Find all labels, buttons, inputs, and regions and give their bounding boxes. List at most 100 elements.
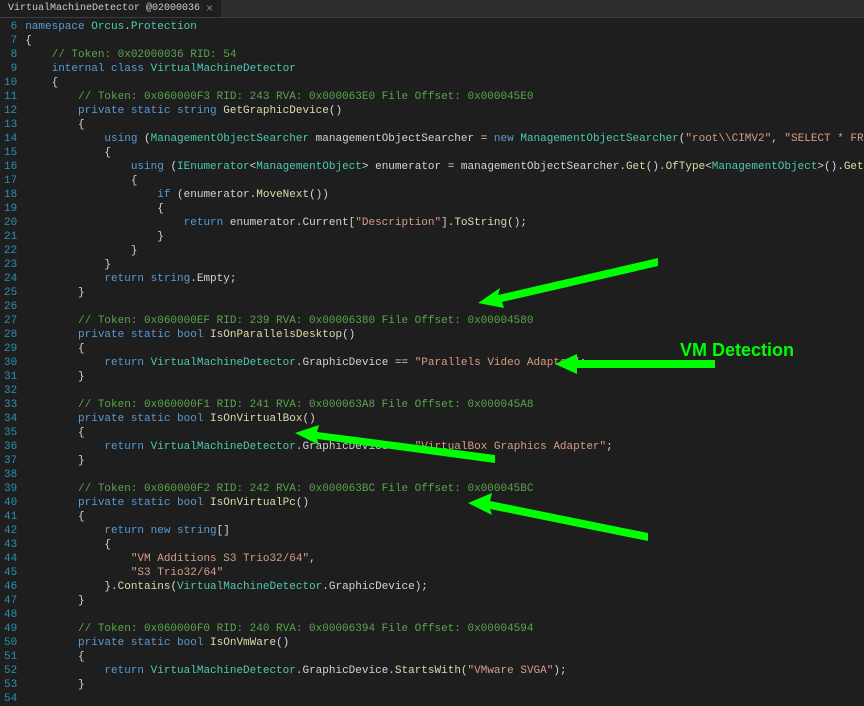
code-line[interactable]: // Token: 0x02000036 RID: 54 [25,48,864,62]
code-line[interactable]: { [25,650,864,664]
line-number: 38 [4,468,17,482]
line-number: 14 [4,132,17,146]
line-number: 10 [4,76,17,90]
code-line[interactable]: } [25,678,864,692]
line-number: 50 [4,636,17,650]
line-number: 24 [4,272,17,286]
code-area[interactable]: namespace Orcus.Protection{ // Token: 0x… [25,18,864,550]
code-line[interactable]: return VirtualMachineDetector.GraphicDev… [25,664,864,678]
line-number-gutter: 6789101112131415161718192021222324252627… [0,18,25,550]
code-line[interactable]: "VM Additions S3 Trio32/64", [25,552,864,566]
code-line[interactable] [25,468,864,482]
line-number: 44 [4,552,17,566]
code-line[interactable]: return enumerator.Current["Description"]… [25,216,864,230]
tab-title: VirtualMachineDetector @02000036 [8,3,200,14]
code-line[interactable]: { [25,76,864,90]
line-number: 7 [4,34,17,48]
code-line[interactable]: } [25,370,864,384]
line-number: 26 [4,300,17,314]
code-line[interactable]: }.Contains(VirtualMachineDetector.Graphi… [25,580,864,594]
code-line[interactable]: { [25,174,864,188]
line-number: 30 [4,356,17,370]
code-line[interactable]: } [25,244,864,258]
close-icon[interactable]: × [206,3,213,15]
code-line[interactable]: // Token: 0x060000F2 RID: 242 RVA: 0x000… [25,482,864,496]
code-line[interactable]: // Token: 0x060000F3 RID: 243 RVA: 0x000… [25,90,864,104]
tab-bar: VirtualMachineDetector @02000036 × [0,0,864,18]
line-number: 45 [4,566,17,580]
line-number: 13 [4,118,17,132]
code-line[interactable]: return VirtualMachineDetector.GraphicDev… [25,440,864,454]
code-line[interactable]: { [25,146,864,160]
line-number: 47 [4,594,17,608]
code-line[interactable]: if (enumerator.MoveNext()) [25,188,864,202]
code-line[interactable]: // Token: 0x060000F0 RID: 240 RVA: 0x000… [25,622,864,636]
code-line[interactable]: } [25,594,864,608]
code-line[interactable]: { [25,510,864,524]
line-number: 18 [4,188,17,202]
code-line[interactable] [25,692,864,706]
line-number: 20 [4,216,17,230]
code-line[interactable]: using (ManagementObjectSearcher manageme… [25,132,864,146]
code-line[interactable]: } [25,286,864,300]
line-number: 22 [4,244,17,258]
code-line[interactable]: using (IEnumerator<ManagementObject> enu… [25,160,864,174]
code-line[interactable]: { [25,118,864,132]
tab-active[interactable]: VirtualMachineDetector @02000036 × [0,0,221,17]
line-number: 33 [4,398,17,412]
line-number: 54 [4,692,17,706]
code-line[interactable] [25,384,864,398]
line-number: 39 [4,482,17,496]
code-editor[interactable]: 6789101112131415161718192021222324252627… [0,18,864,550]
code-line[interactable]: return string.Empty; [25,272,864,286]
code-line[interactable]: // Token: 0x060000F1 RID: 241 RVA: 0x000… [25,398,864,412]
code-line[interactable]: private static bool IsOnVirtualBox() [25,412,864,426]
line-number: 41 [4,510,17,524]
line-number: 29 [4,342,17,356]
code-line[interactable]: private static string GetGraphicDevice() [25,104,864,118]
code-line[interactable]: } [25,230,864,244]
code-line[interactable]: } [25,258,864,272]
code-line[interactable]: private static bool IsOnVirtualPc() [25,496,864,510]
line-number: 51 [4,650,17,664]
line-number: 32 [4,384,17,398]
code-line[interactable]: } [25,454,864,468]
line-number: 42 [4,524,17,538]
code-line[interactable]: private static bool IsOnVmWare() [25,636,864,650]
line-number: 35 [4,426,17,440]
line-number: 31 [4,370,17,384]
code-line[interactable]: { [25,34,864,48]
code-line[interactable]: { [25,342,864,356]
line-number: 17 [4,174,17,188]
line-number: 15 [4,146,17,160]
line-number: 9 [4,62,17,76]
code-line[interactable]: internal class VirtualMachineDetector [25,62,864,76]
line-number: 25 [4,286,17,300]
code-line[interactable]: "S3 Trio32/64" [25,566,864,580]
line-number: 23 [4,258,17,272]
code-line[interactable]: { [25,426,864,440]
code-line[interactable]: { [25,202,864,216]
line-number: 46 [4,580,17,594]
line-number: 8 [4,48,17,62]
line-number: 11 [4,90,17,104]
line-number: 49 [4,622,17,636]
line-number: 52 [4,664,17,678]
line-number: 34 [4,412,17,426]
line-number: 12 [4,104,17,118]
code-line[interactable]: return VirtualMachineDetector.GraphicDev… [25,356,864,370]
line-number: 6 [4,20,17,34]
line-number: 48 [4,608,17,622]
line-number: 40 [4,496,17,510]
line-number: 28 [4,328,17,342]
line-number: 27 [4,314,17,328]
code-line[interactable]: return new string[] [25,524,864,538]
line-number: 21 [4,230,17,244]
line-number: 53 [4,678,17,692]
code-line[interactable] [25,608,864,622]
code-line[interactable]: private static bool IsOnParallelsDesktop… [25,328,864,342]
code-line[interactable]: // Token: 0x060000EF RID: 239 RVA: 0x000… [25,314,864,328]
code-line[interactable]: namespace Orcus.Protection [25,20,864,34]
code-line[interactable] [25,300,864,314]
line-number: 37 [4,454,17,468]
